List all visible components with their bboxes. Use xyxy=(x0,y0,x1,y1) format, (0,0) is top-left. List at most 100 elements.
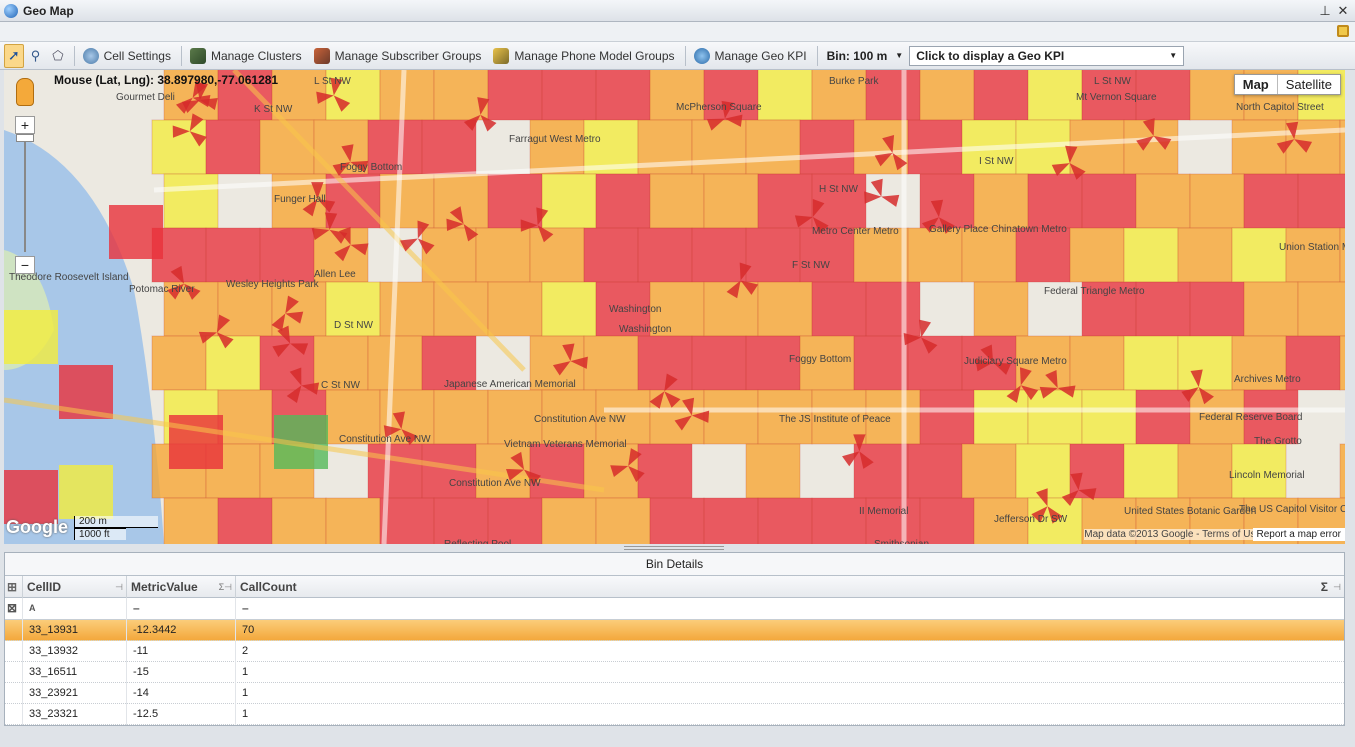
heat-bin[interactable] xyxy=(1243,281,1299,337)
row-indicator[interactable] xyxy=(5,640,23,662)
heat-bin[interactable] xyxy=(691,335,747,391)
heat-bin[interactable] xyxy=(811,497,867,544)
heat-bin[interactable] xyxy=(433,70,489,121)
heat-bin[interactable] xyxy=(1339,335,1345,391)
heat-bin[interactable] xyxy=(907,443,963,499)
heat-bin[interactable] xyxy=(1069,443,1125,499)
heat-bin[interactable] xyxy=(637,227,693,283)
heat-bin[interactable] xyxy=(691,119,747,175)
heat-bin[interactable] xyxy=(865,497,921,544)
report-map-error-link[interactable]: Report a map error xyxy=(1252,528,1345,541)
table-cell[interactable]: 2 xyxy=(236,641,1344,662)
heat-bin[interactable] xyxy=(169,415,223,469)
heat-bin[interactable] xyxy=(379,70,435,121)
map-attribution[interactable]: Map data ©2013 Google - Terms of Use xyxy=(1084,529,1261,540)
table-cell[interactable]: -12.3442 xyxy=(127,619,236,641)
heat-bin[interactable] xyxy=(961,227,1017,283)
heat-bin[interactable] xyxy=(1069,227,1125,283)
heat-bin[interactable] xyxy=(1243,173,1299,229)
zoom-in-button[interactable]: + xyxy=(15,116,35,134)
sigma-icon[interactable]: Σ xyxy=(1321,576,1328,598)
heat-bin[interactable] xyxy=(367,335,423,391)
splitter-grip[interactable] xyxy=(624,546,724,550)
map-canvas[interactable]: L St NW Burke Park L St NW Gourmet Deli K St… xyxy=(4,70,1345,544)
table-cell[interactable]: 33_13932 xyxy=(23,640,127,662)
heat-bin[interactable] xyxy=(919,389,975,445)
heat-bin[interactable] xyxy=(487,281,543,337)
heat-bin[interactable] xyxy=(1231,227,1287,283)
heat-bin[interactable] xyxy=(4,470,58,524)
lock-icon[interactable] xyxy=(1337,25,1349,37)
manage-phone-model-groups-button[interactable]: Manage Phone Model Groups xyxy=(488,44,679,68)
heat-bin[interactable] xyxy=(59,465,113,519)
heat-bin[interactable] xyxy=(1015,227,1071,283)
heat-bin[interactable] xyxy=(1339,443,1345,499)
heat-bin[interactable] xyxy=(1135,389,1191,445)
heat-bin[interactable] xyxy=(541,173,597,229)
bin-size-dropdown[interactable]: Bin: 100 m ▼ xyxy=(821,49,910,63)
zoom-slider-track[interactable] xyxy=(16,134,34,252)
heat-bin[interactable] xyxy=(961,443,1017,499)
heat-bin[interactable] xyxy=(529,227,585,283)
table-row[interactable]: 33_16511 -15 1 xyxy=(5,661,1344,683)
table-cell[interactable]: -12.5 xyxy=(127,703,236,725)
heat-bin[interactable] xyxy=(745,443,801,499)
table-cell[interactable]: 33_23921 xyxy=(23,682,127,704)
filter-clear-icon[interactable]: ⊠ xyxy=(5,597,23,620)
heat-bin[interactable] xyxy=(1135,173,1191,229)
filter-callcount[interactable]: – xyxy=(236,598,1344,620)
cell-settings-button[interactable]: Cell Settings xyxy=(78,44,176,68)
heat-bin[interactable] xyxy=(379,281,435,337)
table-cell[interactable]: 33_23321 xyxy=(23,703,127,725)
heat-bin[interactable] xyxy=(1027,173,1083,229)
heat-bin[interactable] xyxy=(973,389,1029,445)
heat-bin[interactable] xyxy=(163,173,219,229)
heat-bin[interactable] xyxy=(529,119,585,175)
pin-icon[interactable]: ⊣ xyxy=(1333,576,1341,598)
table-row[interactable]: 33_23921 -14 1 xyxy=(5,682,1344,704)
heat-bin[interactable] xyxy=(1285,227,1341,283)
heat-bin[interactable] xyxy=(1123,443,1179,499)
heat-bin[interactable] xyxy=(541,70,597,121)
heat-bin[interactable] xyxy=(811,281,867,337)
heat-bin[interactable] xyxy=(919,173,975,229)
heat-bin[interactable] xyxy=(151,335,207,391)
heat-bin[interactable] xyxy=(973,173,1029,229)
sigma-pin-icon[interactable]: Σ⊣ xyxy=(219,576,232,598)
close-button[interactable]: ✕ xyxy=(1335,3,1351,19)
heat-bin[interactable] xyxy=(853,443,909,499)
heat-bin[interactable] xyxy=(1231,119,1287,175)
heat-bin[interactable] xyxy=(919,70,975,121)
heat-bin[interactable] xyxy=(205,119,261,175)
street-view-pegman-icon[interactable] xyxy=(16,78,34,106)
heat-bin[interactable] xyxy=(205,335,261,391)
heat-bin[interactable] xyxy=(217,497,273,544)
heat-bin[interactable] xyxy=(433,497,489,544)
heat-bin[interactable] xyxy=(595,497,651,544)
heat-bin[interactable] xyxy=(1081,173,1137,229)
heat-bin[interactable] xyxy=(907,227,963,283)
heat-bin[interactable] xyxy=(703,389,759,445)
heat-bin[interactable] xyxy=(1189,173,1245,229)
filter-cellid[interactable]: A xyxy=(23,597,127,620)
panel-splitter[interactable] xyxy=(0,544,1355,552)
heat-bin[interactable] xyxy=(703,173,759,229)
heat-bin[interactable] xyxy=(259,227,315,283)
heat-bin[interactable] xyxy=(853,335,909,391)
table-cell[interactable]: 1 xyxy=(236,704,1344,725)
heat-bin[interactable] xyxy=(1081,389,1137,445)
heat-bin[interactable] xyxy=(637,443,693,499)
column-header-metricvalue[interactable]: MetricValue Σ⊣ xyxy=(127,575,236,598)
heat-bin[interactable] xyxy=(1069,119,1125,175)
table-cell[interactable]: 1 xyxy=(236,683,1344,704)
heat-bin[interactable] xyxy=(757,281,813,337)
heat-bin[interactable] xyxy=(529,443,585,499)
heat-bin[interactable] xyxy=(691,227,747,283)
select-tool-button[interactable]: ➚ xyxy=(4,43,24,68)
heat-bin[interactable] xyxy=(487,497,543,544)
table-cell[interactable]: 1 xyxy=(236,662,1344,683)
heat-bin[interactable] xyxy=(487,173,543,229)
table-cell[interactable]: 33_13931 xyxy=(23,619,127,641)
heat-bin[interactable] xyxy=(757,497,813,544)
heat-bin[interactable] xyxy=(217,281,273,337)
